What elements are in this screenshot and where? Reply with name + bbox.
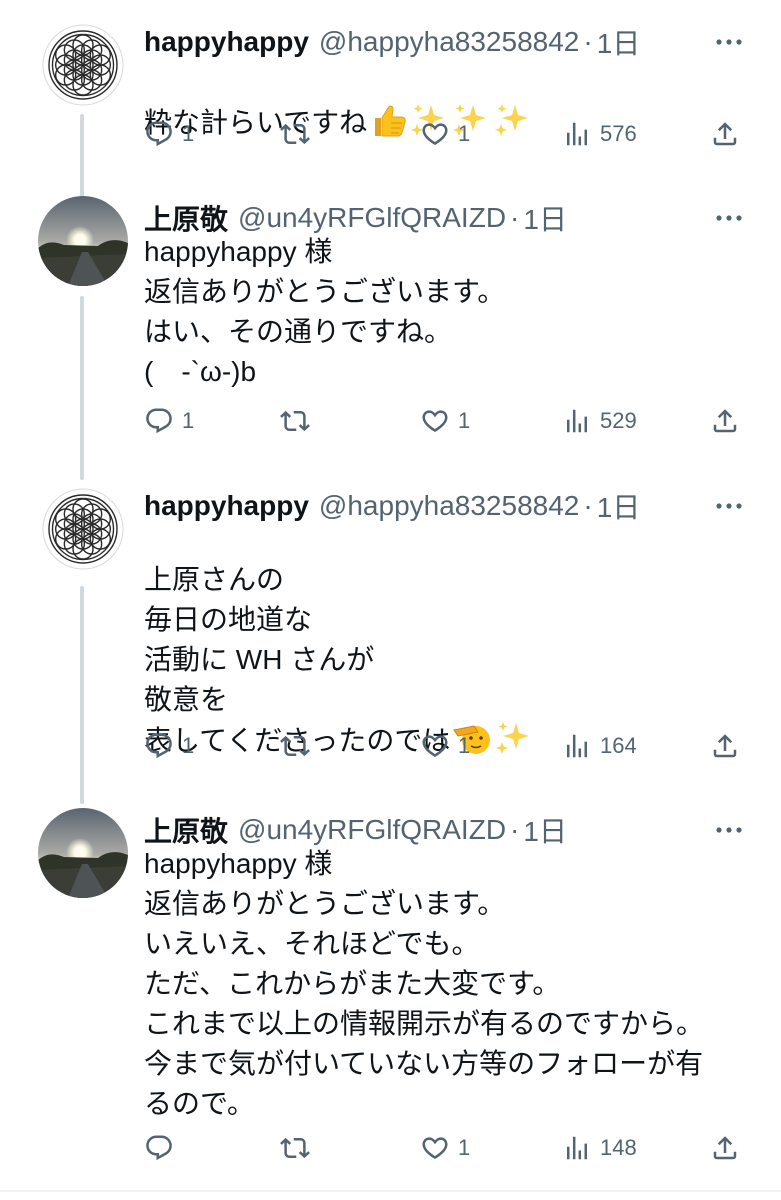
more-dots-icon[interactable] bbox=[715, 196, 743, 240]
more-dots-icon[interactable] bbox=[715, 808, 743, 852]
separator-dot: · bbox=[583, 26, 593, 57]
heart-icon bbox=[422, 410, 448, 433]
reply-button[interactable]: 1 bbox=[144, 114, 194, 154]
views-button[interactable]: 529 bbox=[562, 401, 637, 441]
retweet-icon bbox=[280, 735, 310, 757]
like-count: 1 bbox=[458, 408, 471, 433]
retweet-button[interactable] bbox=[280, 114, 318, 154]
share-button[interactable] bbox=[710, 401, 740, 441]
view-count: 576 bbox=[600, 121, 637, 146]
like-count: 1 bbox=[458, 121, 471, 146]
user-handle[interactable]: @happyha83258842 bbox=[319, 26, 579, 58]
tweet-text: happyhappy 様 返信ありがとうございます。 いえいえ、それほどでも。 … bbox=[144, 848, 705, 1119]
sunset-road-avatar bbox=[38, 808, 128, 898]
reply-icon bbox=[146, 733, 172, 759]
views-button[interactable]: 576 bbox=[562, 114, 637, 154]
share-button[interactable] bbox=[710, 726, 740, 766]
views-button[interactable]: 164 bbox=[562, 726, 637, 766]
action-bar: 1 1 529 bbox=[144, 401, 748, 441]
retweet-icon bbox=[280, 1137, 310, 1159]
share-icon bbox=[713, 1136, 737, 1160]
flower-of-life-avatar bbox=[38, 484, 128, 574]
views-chart-icon bbox=[567, 409, 587, 433]
action-bar: 1 1 576 bbox=[144, 114, 748, 154]
separator-dot: · bbox=[583, 490, 593, 521]
separator-dot: · bbox=[510, 814, 520, 845]
reply-button[interactable]: 1 bbox=[144, 726, 194, 766]
avatar[interactable] bbox=[38, 808, 128, 898]
share-icon bbox=[713, 122, 737, 146]
avatar[interactable] bbox=[38, 484, 128, 574]
like-count: 1 bbox=[458, 733, 471, 758]
share-icon bbox=[713, 734, 737, 758]
retweet-button[interactable] bbox=[280, 1128, 318, 1168]
tweet[interactable]: 上原敬 @un4yRFGlfQRAIZD · 1日 happyhappy 様 返… bbox=[0, 196, 781, 466]
views-chart-icon bbox=[567, 734, 587, 758]
share-button[interactable] bbox=[710, 114, 740, 154]
avatar[interactable] bbox=[38, 196, 128, 286]
reply-button[interactable]: 1 bbox=[144, 401, 194, 441]
avatar[interactable] bbox=[38, 20, 128, 110]
heart-icon bbox=[422, 1137, 448, 1160]
reply-icon bbox=[146, 121, 172, 147]
tweet[interactable]: happyhappy @happyha83258842 · 1日 上原さんの 毎… bbox=[0, 484, 781, 784]
retweet-button[interactable] bbox=[280, 401, 318, 441]
views-button[interactable]: 148 bbox=[562, 1128, 637, 1168]
display-name[interactable]: happyhappy bbox=[144, 490, 309, 522]
retweet-button[interactable] bbox=[280, 726, 318, 766]
like-button[interactable]: 1 bbox=[420, 401, 470, 441]
view-count: 148 bbox=[600, 1135, 637, 1160]
more-dots-icon[interactable] bbox=[715, 484, 743, 528]
timestamp[interactable]: 1日 bbox=[597, 22, 641, 62]
user-handle[interactable]: @happyha83258842 bbox=[319, 490, 579, 522]
reply-icon bbox=[146, 408, 172, 434]
sunset-road-avatar bbox=[38, 196, 128, 286]
tweet-header: happyhappy @happyha83258842 · 1日 bbox=[144, 20, 640, 64]
views-chart-icon bbox=[567, 122, 587, 146]
flower-of-life-avatar bbox=[38, 20, 128, 110]
reply-button[interactable] bbox=[144, 1128, 182, 1168]
retweet-icon bbox=[280, 123, 310, 145]
tweet[interactable]: happyhappy @happyha83258842 · 1日 粋な計らいです… bbox=[0, 20, 781, 180]
heart-icon bbox=[422, 735, 448, 758]
action-bar: 1 148 bbox=[144, 1128, 748, 1168]
like-button[interactable]: 1 bbox=[420, 726, 470, 766]
display-name[interactable]: happyhappy bbox=[144, 26, 309, 58]
action-bar: 1 1 164 bbox=[144, 726, 748, 766]
share-button[interactable] bbox=[710, 1128, 740, 1168]
like-button[interactable]: 1 bbox=[420, 114, 470, 154]
reply-count: 1 bbox=[182, 733, 195, 758]
view-count: 529 bbox=[600, 408, 637, 433]
reply-icon bbox=[146, 1135, 172, 1161]
share-icon bbox=[713, 409, 737, 433]
user-handle[interactable]: @un4yRFGlfQRAIZD bbox=[238, 814, 506, 846]
separator-dot: · bbox=[510, 202, 520, 233]
like-button[interactable]: 1 bbox=[420, 1128, 470, 1168]
divider bbox=[0, 1190, 781, 1192]
views-chart-icon bbox=[567, 1136, 587, 1160]
heart-icon bbox=[422, 123, 448, 146]
reply-count: 1 bbox=[182, 408, 195, 433]
view-count: 164 bbox=[600, 733, 637, 758]
user-handle[interactable]: @un4yRFGlfQRAIZD bbox=[238, 202, 506, 234]
like-count: 1 bbox=[458, 1135, 471, 1160]
retweet-icon bbox=[280, 410, 310, 432]
timestamp[interactable]: 1日 bbox=[597, 486, 641, 526]
tweet-text: happyhappy 様 返信ありがとうございます。 はい、その通りですね。 (… bbox=[144, 236, 506, 387]
timestamp[interactable]: 1日 bbox=[523, 198, 567, 238]
tweet[interactable]: 上原敬 @un4yRFGlfQRAIZD · 1日 happyhappy 様 返… bbox=[0, 808, 781, 1178]
reply-count: 1 bbox=[182, 121, 195, 146]
more-dots-icon[interactable] bbox=[715, 20, 743, 64]
